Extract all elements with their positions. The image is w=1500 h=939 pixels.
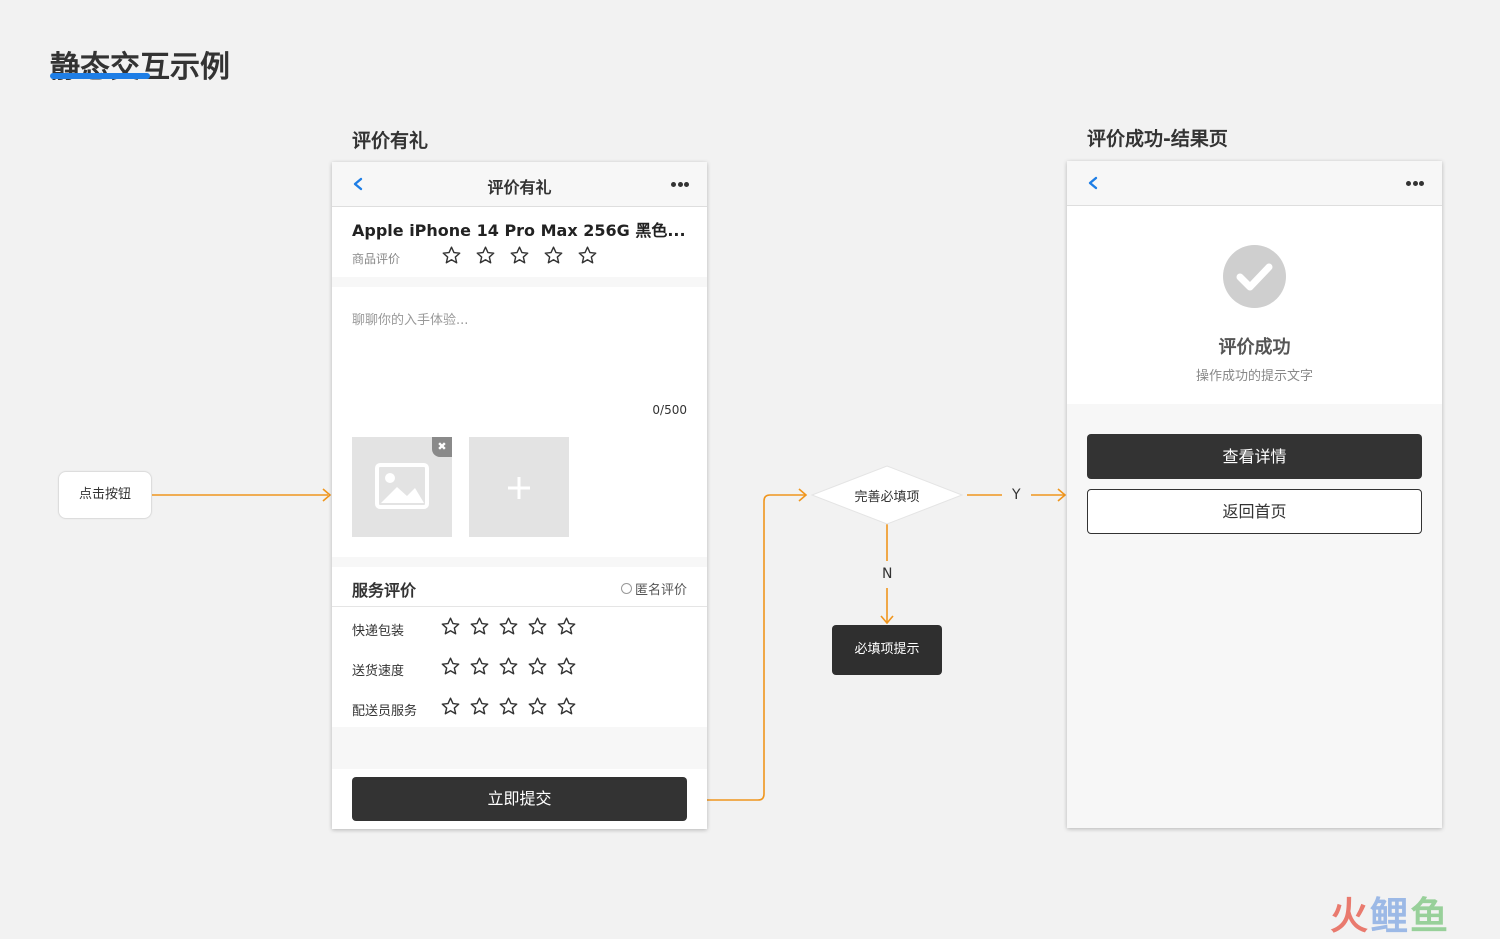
star-icon[interactable] — [527, 656, 548, 677]
watermark-logo: 火鲤鱼 — [1330, 894, 1451, 938]
service-row-label: 送货速度 — [352, 664, 405, 679]
product-rating-stars[interactable] — [441, 245, 598, 266]
screen1-nav-bar: 评价有礼 — [332, 162, 707, 207]
screen2-phone: 评价成功 操作成功的提示文字 查看详情 返回首页 — [1067, 161, 1442, 828]
star-icon[interactable] — [440, 656, 461, 677]
star-icon[interactable] — [527, 616, 548, 637]
star-icon[interactable] — [440, 696, 461, 717]
star-icon[interactable] — [441, 245, 462, 266]
star-icon[interactable] — [498, 656, 519, 677]
star-icon[interactable] — [475, 245, 496, 266]
view-details-button[interactable]: 查看详情 — [1087, 434, 1422, 479]
star-icon[interactable] — [469, 696, 490, 717]
product-block: Apple iPhone 14 Pro Max 256G 黑色... 商品评价 — [332, 207, 707, 277]
review-textarea[interactable]: 聊聊你的入手体验... — [352, 309, 468, 328]
more-icon[interactable] — [1406, 181, 1424, 186]
delete-image-icon[interactable]: ✖ — [432, 437, 452, 457]
submit-button[interactable]: 立即提交 — [352, 777, 687, 821]
service-row-label: 快递包装 — [352, 624, 405, 639]
product-name: Apple iPhone 14 Pro Max 256G 黑色... — [352, 221, 686, 240]
star-icon[interactable] — [527, 696, 548, 717]
service-block: 服务评价 匿名评价 快递包装 送货速度 配送员服务 — [332, 567, 707, 727]
divider — [332, 606, 707, 607]
anonymous-toggle[interactable]: 匿名评价 — [620, 579, 687, 598]
plus-icon — [508, 477, 530, 499]
review-block: 聊聊你的入手体验... 0/500 ✖ — [332, 287, 707, 557]
star-icon[interactable] — [469, 656, 490, 677]
screen2-nav-bar — [1067, 161, 1442, 206]
start-node[interactable]: 点击按钮 — [58, 471, 152, 519]
star-icon[interactable] — [543, 245, 564, 266]
service-rating-stars[interactable] — [440, 656, 577, 677]
yes-label: Y — [1012, 487, 1021, 503]
required-tip-node: 必填项提示 — [832, 625, 942, 675]
star-icon[interactable] — [469, 616, 490, 637]
decision-label: 完善必填项 — [854, 490, 920, 505]
uploaded-image[interactable]: ✖ — [352, 437, 452, 537]
back-icon[interactable] — [1085, 173, 1101, 193]
service-row-label: 配送员服务 — [352, 704, 418, 719]
submit-bar: 立即提交 — [332, 769, 707, 829]
success-description: 操作成功的提示文字 — [1195, 369, 1313, 384]
service-rating-stars[interactable] — [440, 696, 577, 717]
star-icon[interactable] — [577, 245, 598, 266]
service-rating-stars[interactable] — [440, 616, 577, 637]
star-icon[interactable] — [509, 245, 530, 266]
no-label: N — [882, 566, 893, 582]
star-icon[interactable] — [498, 696, 519, 717]
star-icon[interactable] — [556, 656, 577, 677]
product-rating-label: 商品评价 — [352, 252, 401, 266]
screen1-phone: 评价有礼 Apple iPhone 14 Pro Max 256G 黑色... … — [332, 162, 707, 829]
star-icon[interactable] — [440, 616, 461, 637]
more-icon[interactable] — [671, 182, 689, 187]
screen1-nav-title: 评价有礼 — [487, 178, 552, 197]
success-check-icon — [1223, 245, 1286, 308]
service-title: 服务评价 — [352, 581, 417, 600]
star-icon[interactable] — [556, 616, 577, 637]
anonymous-radio-icon[interactable] — [620, 583, 632, 594]
back-home-button[interactable]: 返回首页 — [1087, 489, 1422, 534]
anonymous-label: 匿名评价 — [634, 583, 687, 598]
star-icon[interactable] — [556, 696, 577, 717]
star-icon[interactable] — [498, 616, 519, 637]
add-image-button[interactable] — [469, 437, 569, 537]
char-counter: 0/500 — [652, 403, 687, 417]
success-title: 评价成功 — [1218, 337, 1291, 358]
